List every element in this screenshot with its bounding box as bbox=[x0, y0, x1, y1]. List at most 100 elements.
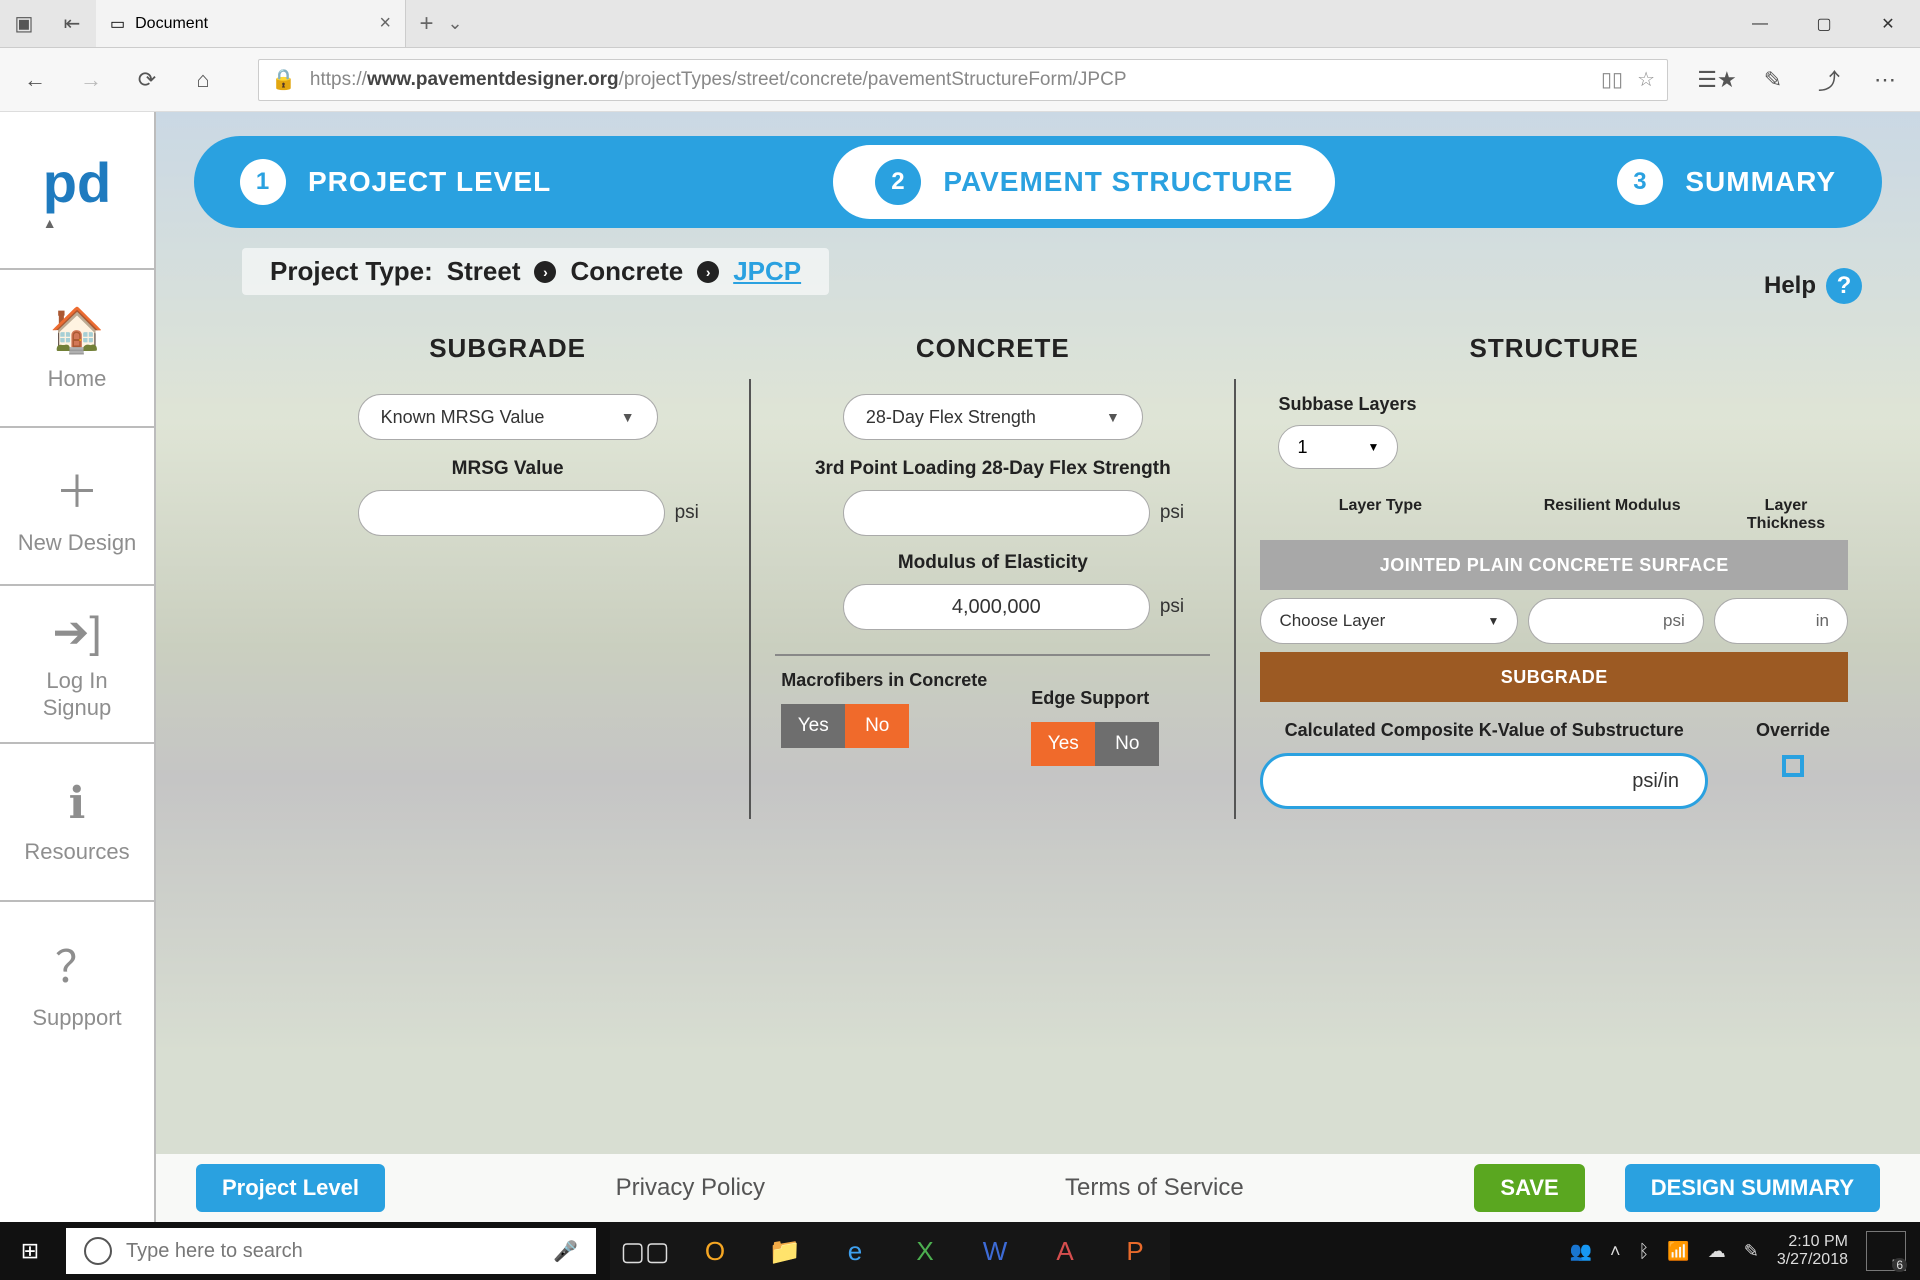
taskbar-apps: ▢▢ O 📁 e X W A P bbox=[610, 1222, 1170, 1280]
macrofibers-toggle: Macrofibers in Concrete Yes No bbox=[781, 670, 987, 766]
breadcrumb-label: Project Type: bbox=[270, 256, 433, 287]
people-icon[interactable]: 👥 bbox=[1570, 1241, 1592, 1262]
refresh-button[interactable]: ⟳ bbox=[122, 56, 172, 104]
kvalue-block: Calculated Composite K-Value of Substruc… bbox=[1260, 720, 1708, 809]
flex-strength-input[interactable] bbox=[843, 490, 1150, 536]
pen-icon[interactable]: ✎ bbox=[1744, 1241, 1759, 1262]
maximize-button[interactable]: ▢ bbox=[1792, 0, 1856, 48]
favorite-icon[interactable]: ☆ bbox=[1637, 67, 1655, 92]
breadcrumb-current[interactable]: JPCP bbox=[733, 256, 801, 287]
select-value: 28-Day Flex Strength bbox=[866, 407, 1036, 428]
edge-support-yes[interactable]: Yes bbox=[1031, 722, 1095, 766]
edge-support-no[interactable]: No bbox=[1095, 722, 1159, 766]
layer-type-select[interactable]: Choose Layer ▼ bbox=[1260, 598, 1518, 644]
mrsg-input-row: psi bbox=[358, 490, 658, 536]
home-button[interactable]: ⌂ bbox=[178, 56, 228, 104]
window-overlap-icon[interactable]: ▣ bbox=[0, 0, 48, 48]
notes-icon[interactable]: ✎ bbox=[1748, 56, 1798, 104]
mic-icon[interactable]: 🎤 bbox=[553, 1239, 578, 1264]
excel-icon[interactable]: X bbox=[890, 1222, 960, 1280]
bluetooth-icon[interactable]: ᛒ bbox=[1638, 1241, 1649, 1262]
step-project-level[interactable]: 1 PROJECT LEVEL bbox=[240, 159, 551, 205]
sidebar-item-resources[interactable]: ℹ Resources bbox=[0, 744, 154, 902]
modulus-input[interactable] bbox=[843, 584, 1150, 630]
section-divider bbox=[775, 654, 1210, 656]
reading-view-icon[interactable]: ▯▯ bbox=[1601, 67, 1623, 92]
hdr-layer-type: Layer Type bbox=[1264, 497, 1496, 532]
concrete-strength-select[interactable]: 28-Day Flex Strength ▼ bbox=[843, 394, 1143, 440]
help-label: Help bbox=[1764, 272, 1816, 300]
help-link[interactable]: Help ? bbox=[1764, 268, 1862, 304]
lock-icon: 🔒 bbox=[271, 67, 296, 92]
favorites-list-icon[interactable]: ☰★ bbox=[1692, 56, 1742, 104]
subbase-count-select[interactable]: 1 ▼ bbox=[1278, 425, 1398, 469]
unit-label: psi bbox=[675, 502, 699, 524]
action-center-icon[interactable]: ▭ 6 bbox=[1866, 1231, 1906, 1271]
access-icon[interactable]: A bbox=[1030, 1222, 1100, 1280]
toggle-label: Macrofibers in Concrete bbox=[781, 670, 987, 692]
step-label: PROJECT LEVEL bbox=[308, 166, 551, 198]
breadcrumb-item[interactable]: Concrete bbox=[570, 256, 683, 287]
tray-chevron-icon[interactable]: ˄ bbox=[1610, 1241, 1621, 1262]
step-label: SUMMARY bbox=[1685, 166, 1836, 198]
forward-button[interactable]: → bbox=[66, 56, 116, 104]
layer-thickness-input[interactable]: in bbox=[1714, 598, 1848, 644]
macrofibers-yes[interactable]: Yes bbox=[781, 704, 845, 748]
more-icon[interactable]: ⋯ bbox=[1860, 56, 1910, 104]
back-button[interactable]: ← bbox=[10, 56, 60, 104]
powerpoint-icon[interactable]: P bbox=[1100, 1222, 1170, 1280]
onedrive-icon[interactable]: ☁ bbox=[1708, 1241, 1726, 1262]
step-summary[interactable]: 3 SUMMARY bbox=[1617, 159, 1836, 205]
search-placeholder: Type here to search bbox=[126, 1240, 303, 1263]
window-enter-icon[interactable]: ⇤ bbox=[48, 0, 96, 48]
breadcrumb: Project Type: Street › Concrete › JPCP bbox=[242, 248, 829, 295]
subbase-layers-block: Subbase Layers 1 ▼ bbox=[1260, 394, 1848, 469]
select-value: Choose Layer bbox=[1279, 611, 1385, 631]
sidebar-item-support[interactable]: ？ Suppport bbox=[0, 902, 154, 1060]
close-tab-icon[interactable]: × bbox=[379, 12, 391, 35]
outlook-icon[interactable]: O bbox=[680, 1222, 750, 1280]
chevron-right-icon: › bbox=[534, 261, 556, 283]
breadcrumb-item[interactable]: Street bbox=[447, 256, 521, 287]
sidebar-item-label: Home bbox=[48, 366, 107, 392]
task-view-icon[interactable]: ▢▢ bbox=[610, 1222, 680, 1280]
layer-modulus-input[interactable]: psi bbox=[1528, 598, 1703, 644]
subgrade-type-select[interactable]: Known MRSG Value ▼ bbox=[358, 394, 658, 440]
back-project-level-button[interactable]: Project Level bbox=[196, 1164, 385, 1212]
override-checkbox[interactable] bbox=[1782, 755, 1804, 777]
sidebar: pd▲ 🏠 Home ＋ New Design ➔] Log In Signup… bbox=[0, 112, 156, 1222]
tab-dropdown-icon[interactable]: ⌄ bbox=[447, 13, 462, 34]
start-button[interactable]: ⊞ bbox=[0, 1238, 60, 1264]
taskbar-search[interactable]: Type here to search 🎤 bbox=[66, 1228, 596, 1274]
step-pavement-structure[interactable]: 2 PAVEMENT STRUCTURE bbox=[833, 145, 1335, 219]
minimize-button[interactable]: — bbox=[1728, 0, 1792, 48]
terms-of-service-link[interactable]: Terms of Service bbox=[1065, 1174, 1244, 1202]
save-button[interactable]: SAVE bbox=[1474, 1164, 1584, 1212]
mrsg-input[interactable] bbox=[358, 490, 665, 536]
design-summary-button[interactable]: DESIGN SUMMARY bbox=[1625, 1164, 1880, 1212]
system-tray: 👥 ˄ ᛒ 📶 ☁ ✎ 2:10 PM 3/27/2018 ▭ 6 bbox=[1570, 1231, 1920, 1271]
page-footer: Project Level Privacy Policy Terms of Se… bbox=[156, 1154, 1920, 1222]
macrofibers-no[interactable]: No bbox=[845, 704, 909, 748]
sidebar-item-new-design[interactable]: ＋ New Design bbox=[0, 428, 154, 586]
sidebar-item-login[interactable]: ➔] Log In Signup bbox=[0, 586, 154, 744]
kvalue-row: Calculated Composite K-Value of Substruc… bbox=[1260, 720, 1848, 809]
browser-tab[interactable]: ▭ Document × bbox=[96, 0, 406, 47]
taskbar-clock[interactable]: 2:10 PM 3/27/2018 bbox=[1777, 1233, 1848, 1268]
wifi-icon[interactable]: 📶 bbox=[1667, 1241, 1689, 1262]
step-number: 2 bbox=[875, 159, 921, 205]
file-explorer-icon[interactable]: 📁 bbox=[750, 1222, 820, 1280]
app-viewport: pd▲ 🏠 Home ＋ New Design ➔] Log In Signup… bbox=[0, 112, 1920, 1222]
new-tab-button[interactable]: + bbox=[419, 10, 433, 38]
kvalue-input[interactable]: psi/in bbox=[1260, 753, 1708, 809]
column-structure: STRUCTURE Subbase Layers 1 ▼ Layer Type … bbox=[1236, 333, 1872, 819]
app-logo[interactable]: pd▲ bbox=[0, 112, 154, 270]
share-icon[interactable]: ⤴ bbox=[1804, 56, 1854, 104]
sidebar-item-home[interactable]: 🏠 Home bbox=[0, 270, 154, 428]
word-icon[interactable]: W bbox=[960, 1222, 1030, 1280]
privacy-policy-link[interactable]: Privacy Policy bbox=[616, 1174, 765, 1202]
select-value: 1 bbox=[1297, 437, 1307, 458]
edge-icon[interactable]: e bbox=[820, 1222, 890, 1280]
close-window-button[interactable]: ✕ bbox=[1856, 0, 1920, 48]
address-bar[interactable]: 🔒 https://www.pavementdesigner.org/proje… bbox=[258, 59, 1668, 101]
